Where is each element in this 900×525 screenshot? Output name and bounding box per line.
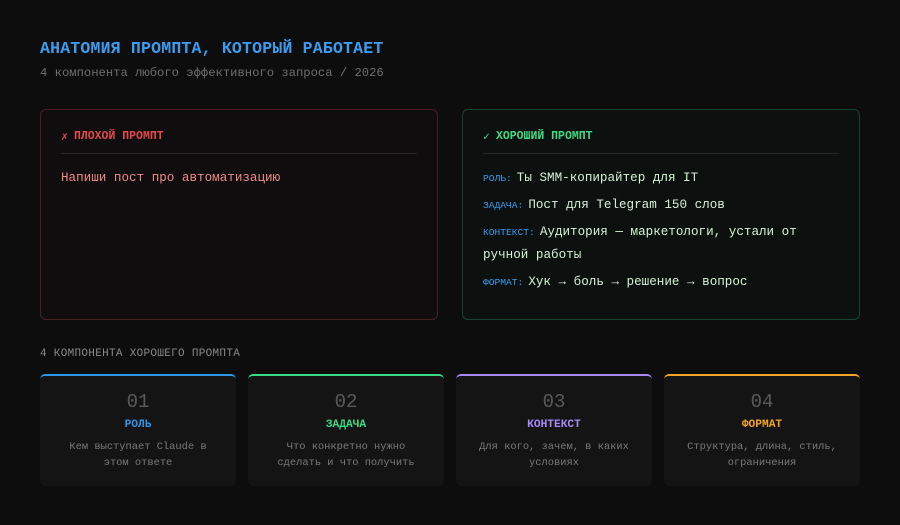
card-number: 03 — [542, 391, 566, 413]
page-title: АНАТОМИЯ ПРОМПТА, КОТОРЫЙ РАБОТАЕТ — [40, 39, 384, 58]
card-number: 04 — [750, 391, 774, 413]
row-value: Ты SMM-копирайтер для IT — [516, 171, 699, 185]
card-name: ЗАДАЧА — [325, 419, 367, 431]
row-key: РОЛЬ: — [483, 173, 512, 184]
good-prompt-rows: РОЛЬ: Ты SMM-копирайтер для IT ЗАДАЧА: Пос… — [483, 167, 839, 294]
row-key: КОНТЕКСТ: — [483, 227, 535, 238]
card-name: РОЛЬ — [124, 419, 152, 431]
bad-prompt-header: ✗ ПЛОХОЙ ПРОМПТ — [61, 129, 417, 154]
component-card-role: 01 РОЛЬ Кем выступает Claude в этом отве… — [40, 374, 236, 486]
card-description: Что конкретно нужно сделать и что получи… — [277, 441, 415, 469]
check-icon: ✓ — [483, 131, 490, 144]
component-card-context: 03 КОНТЕКСТ Для кого, зачем, в каких усл… — [456, 374, 652, 486]
card-description: Для кого, зачем, в каких условиях — [479, 441, 629, 469]
good-prompt-panel: ✓ ХОРОШИЙ ПРОМПТ РОЛЬ: Ты SMM-копирайтер … — [462, 109, 860, 320]
good-prompt-row-format: ФОРМАТ: Хук → боль → решение → вопрос — [483, 271, 839, 294]
card-name: КОНТЕКСТ — [527, 419, 581, 431]
card-description: Кем выступает Claude в этом ответе — [69, 441, 207, 469]
cross-icon: ✗ — [61, 131, 68, 144]
row-key: ЗАДАЧА: — [483, 200, 524, 211]
component-card-format: 04 ФОРМАТ Структура, длина, стиль, огран… — [664, 374, 860, 486]
card-number: 01 — [126, 391, 150, 413]
bad-prompt-title: ПЛОХОЙ ПРОМПТ — [73, 130, 164, 143]
page-subtitle: 4 компонента любого эффективного запроса… — [40, 66, 384, 80]
good-prompt-row-task: ЗАДАЧА: Пост для Telegram 150 слов — [483, 194, 839, 217]
row-value: Хук → боль → решение → вопрос — [528, 275, 748, 289]
page: АНАТОМИЯ ПРОМПТА, КОТОРЫЙ РАБОТАЕТ 4 ком… — [0, 0, 900, 525]
row-value: Пост для Telegram 150 слов — [528, 198, 725, 212]
card-number: 02 — [334, 391, 358, 413]
good-prompt-row-role: РОЛЬ: Ты SMM-копирайтер для IT — [483, 167, 839, 190]
bad-prompt-panel: ✗ ПЛОХОЙ ПРОМПТ Напиши пост про автомати… — [40, 109, 438, 320]
good-prompt-header: ✓ ХОРОШИЙ ПРОМПТ — [483, 129, 839, 154]
card-name: ФОРМАТ — [741, 419, 783, 431]
component-card-task: 02 ЗАДАЧА Что конкретно нужно сделать и … — [248, 374, 444, 486]
good-prompt-title: ХОРОШИЙ ПРОМПТ — [495, 130, 593, 143]
row-key: ФОРМАТ: — [483, 277, 524, 288]
good-prompt-row-context: КОНТЕКСТ: Аудитория — маркетологи, устали… — [483, 221, 839, 267]
bad-prompt-text: Напиши пост про автоматизацию — [61, 171, 281, 185]
components-section-label: 4 КОМПОНЕНТА ХОРОШЕГО ПРОМПТА — [40, 348, 241, 360]
components-cards: 01 РОЛЬ Кем выступает Claude в этом отве… — [40, 374, 860, 486]
card-description: Структура, длина, стиль, ограничения — [687, 441, 837, 469]
